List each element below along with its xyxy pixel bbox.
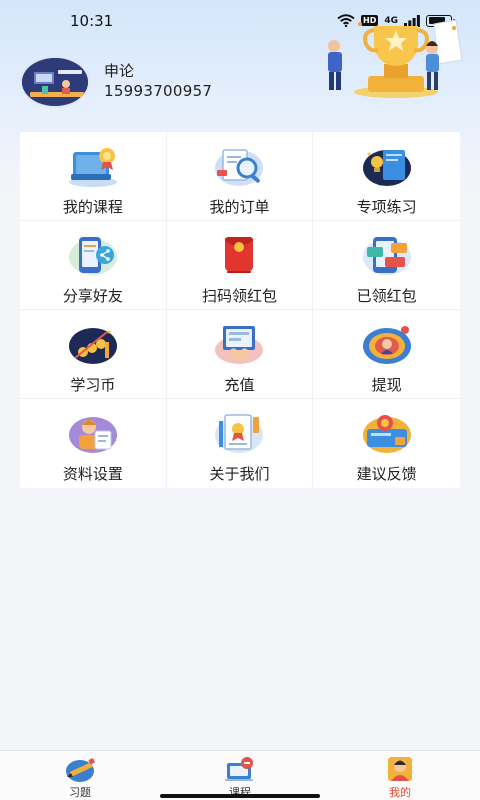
menu-grid: 我的课程 我的订单 专项练习 分享好友 扫码领红包 已领红包 学习币 充值 提现… xyxy=(20,132,460,488)
menu-item-label: 资料设置 xyxy=(62,465,123,483)
trophy-illustration xyxy=(328,19,463,98)
withdraw-icon xyxy=(362,326,411,364)
practice-book-icon xyxy=(362,150,411,186)
book-medal-icon xyxy=(68,148,117,187)
menu-item-special-practice[interactable]: 专项练习 xyxy=(313,132,460,221)
menu-item-received-envelope[interactable]: 已领红包 xyxy=(313,221,460,310)
menu-item-label: 扫码领红包 xyxy=(201,287,277,305)
avatar[interactable] xyxy=(20,56,90,108)
study-coin-icon xyxy=(68,328,117,364)
user-phone: 15993700957 xyxy=(104,82,213,100)
menu-item-my-orders[interactable]: 我的订单 xyxy=(166,132,314,221)
received-envelope-icon xyxy=(362,237,411,275)
recharge-icon xyxy=(215,326,264,364)
menu-item-label: 分享好友 xyxy=(62,287,123,305)
menu-item-label: 专项练习 xyxy=(356,198,417,216)
menu-item-study-coins[interactable]: 学习币 xyxy=(20,310,167,399)
profile-settings-icon xyxy=(68,417,117,453)
menu-item-share-friends[interactable]: 分享好友 xyxy=(20,221,167,310)
menu-item-profile-settings[interactable]: 资料设置 xyxy=(20,399,167,488)
menu-item-label: 关于我们 xyxy=(209,465,270,483)
exercise-pencil-icon xyxy=(66,758,95,782)
menu-item-scan-red-envelope[interactable]: 扫码领红包 xyxy=(166,221,314,310)
tab-label: 我的 xyxy=(389,786,411,799)
status-time: 10:31 xyxy=(70,12,114,30)
menu-item-label: 我的订单 xyxy=(209,198,270,216)
about-certificate-icon xyxy=(215,414,264,453)
share-icon xyxy=(68,237,117,275)
menu-item-label: 我的课程 xyxy=(62,198,123,216)
me-avatar-icon xyxy=(388,757,412,781)
course-icon xyxy=(225,757,253,781)
menu-item-label: 建议反馈 xyxy=(356,465,417,483)
feedback-icon xyxy=(362,415,411,453)
menu-item-about-us[interactable]: 关于我们 xyxy=(167,399,314,488)
menu-item-recharge[interactable]: 充值 xyxy=(166,310,314,399)
menu-item-withdraw[interactable]: 提现 xyxy=(313,310,460,399)
user-name: 申论 xyxy=(104,62,135,80)
menu-item-my-courses[interactable]: 我的课程 xyxy=(20,132,167,221)
red-envelope-icon xyxy=(225,236,254,273)
tab-exercises[interactable]: 习题 xyxy=(0,751,160,800)
bottom-tab-bar: 习题 课程 我的 xyxy=(0,750,480,800)
menu-item-feedback[interactable]: 建议反馈 xyxy=(313,399,460,488)
order-search-icon xyxy=(215,149,264,186)
tab-label: 习题 xyxy=(69,786,91,799)
menu-item-label: 学习币 xyxy=(70,376,116,394)
tab-courses[interactable]: 课程 xyxy=(160,751,320,800)
menu-item-label: 充值 xyxy=(224,376,255,394)
menu-item-label: 已领红包 xyxy=(356,287,417,305)
tab-me[interactable]: 我的 xyxy=(320,751,480,800)
home-indicator xyxy=(160,794,320,798)
menu-item-label: 提现 xyxy=(371,376,402,394)
